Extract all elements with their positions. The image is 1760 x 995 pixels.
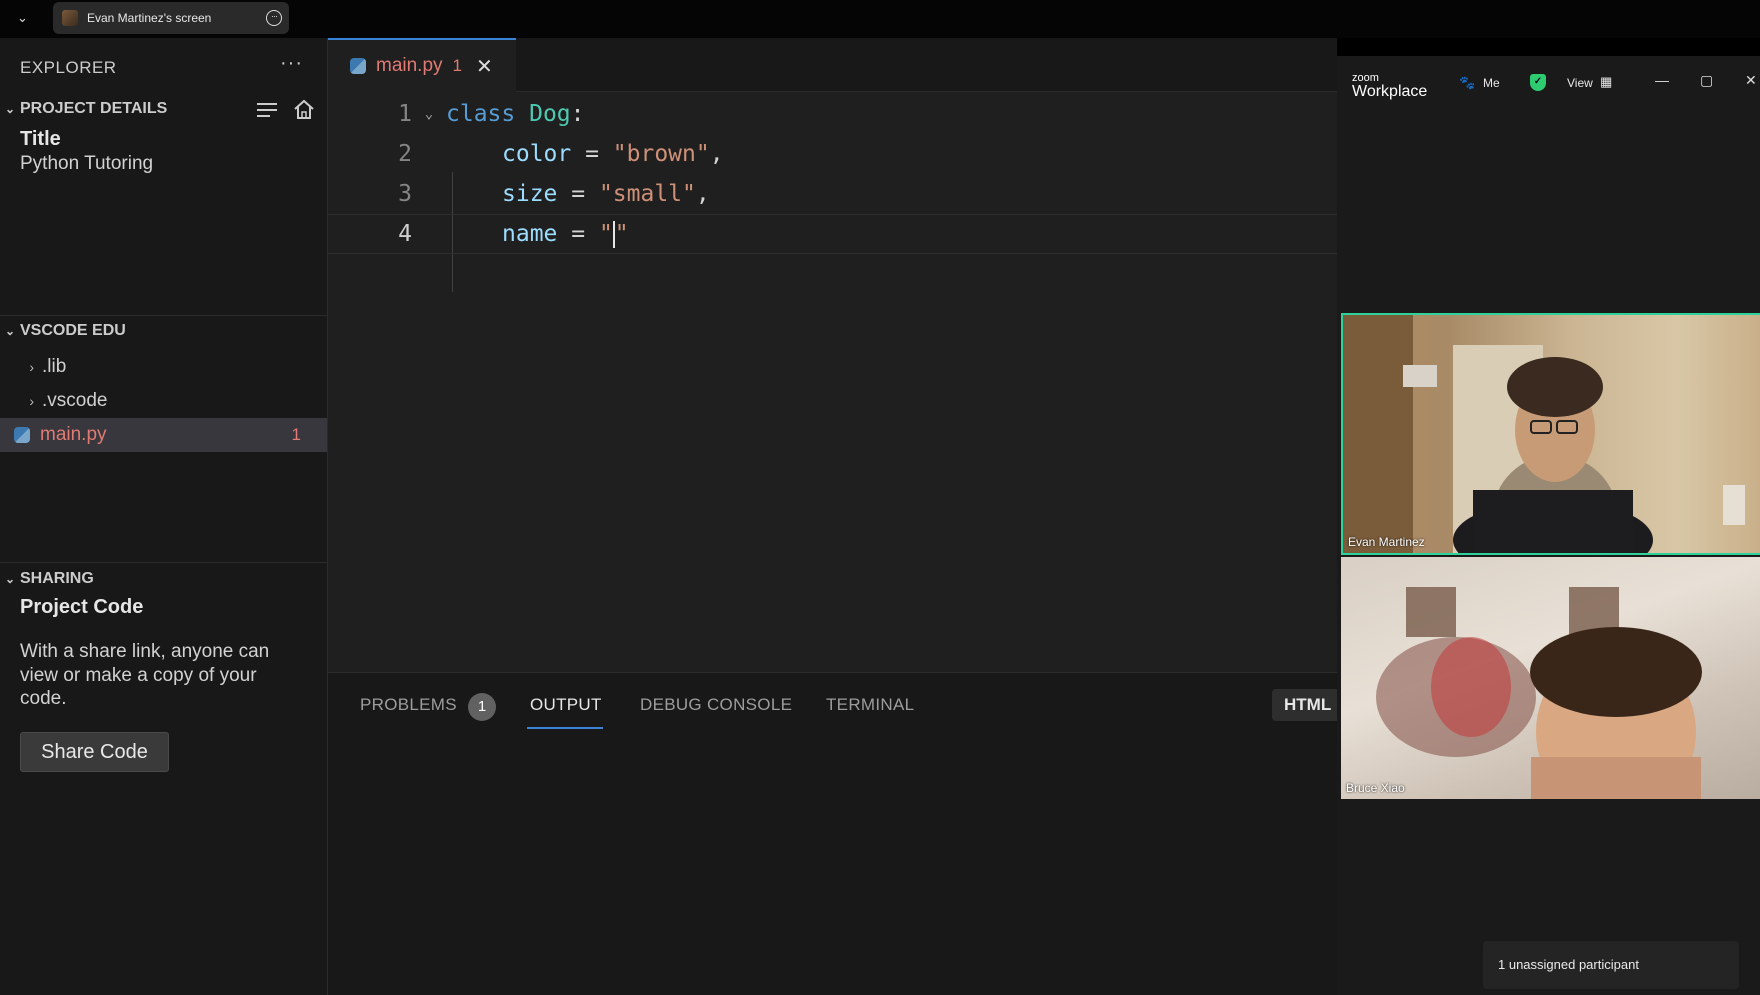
shield-icon[interactable]: ✓ xyxy=(1530,74,1546,91)
participant-video[interactable]: Evan Martinez xyxy=(1341,313,1760,555)
code-line[interactable]: 3 size = "small", xyxy=(328,174,1337,214)
editor-tab-bar: main.py 1 ✕ xyxy=(328,38,1337,92)
tree-item-label: main.py xyxy=(40,424,107,445)
section-title: PROJECT DETAILS xyxy=(20,100,168,117)
operator: = xyxy=(557,221,599,247)
keyword: class xyxy=(446,101,516,127)
project-title-label: Title xyxy=(20,128,61,150)
tree-item-vscode[interactable]: › .vscode xyxy=(0,384,327,418)
divider xyxy=(0,315,327,316)
identifier: size xyxy=(502,181,558,207)
share-code-button[interactable]: Share Code xyxy=(20,732,169,772)
python-file-icon xyxy=(350,58,366,74)
section-title: SHARING xyxy=(20,570,94,587)
grid-icon[interactable]: ▦ xyxy=(1600,74,1612,90)
problem-count: 1 xyxy=(291,425,301,444)
participant-video[interactable]: Bruce Xiao xyxy=(1341,557,1760,799)
screen-share-pill[interactable]: Evan Martinez's screen ··· xyxy=(53,2,289,34)
participant-name: Bruce Xiao xyxy=(1346,781,1405,795)
divider xyxy=(0,562,327,563)
chevron-down-icon[interactable]: ⌄ xyxy=(17,10,28,26)
language-selector[interactable]: HTML xyxy=(1272,689,1342,721)
explorer-sidebar: EXPLORER ··· ⌄ PROJECT DETAILS Title Pyt… xyxy=(0,38,328,995)
tree-item-lib[interactable]: › .lib xyxy=(0,350,327,384)
code-line-current[interactable]: 4 name = " " xyxy=(328,214,1337,254)
chevron-right-icon: › xyxy=(29,359,34,375)
fold-chevron-icon[interactable]: ⌄ xyxy=(412,106,446,122)
identifier: color xyxy=(502,141,572,167)
maximize-icon[interactable]: ▢ xyxy=(1700,72,1713,89)
tab-terminal[interactable]: TERMINAL xyxy=(826,695,914,715)
view-button[interactable]: View xyxy=(1567,76,1593,90)
tab-problem-count: 1 xyxy=(452,56,462,75)
code-line[interactable]: 2 color = "brown", xyxy=(328,134,1337,174)
tab-label: main.py xyxy=(376,55,443,76)
more-actions-icon[interactable]: ··· xyxy=(280,52,303,75)
sharer-avatar xyxy=(62,10,78,26)
screen-share-bar: ⌄ Evan Martinez's screen ··· xyxy=(0,0,1760,38)
string-literal-close: " xyxy=(614,221,629,247)
line-number: 4 xyxy=(398,221,412,247)
video-feed xyxy=(1376,587,1702,799)
tree-item-label: .lib xyxy=(42,356,67,377)
operator: = xyxy=(557,181,599,207)
section-sharing[interactable]: ⌄ SHARING xyxy=(0,570,94,588)
participant-name: Evan Martinez xyxy=(1348,535,1425,549)
sharing-description-line: With a share link, anyone can xyxy=(20,641,270,662)
tab-output[interactable]: OUTPUT xyxy=(530,695,602,715)
class-name: Dog xyxy=(529,101,571,127)
tab-problems[interactable]: PROBLEMS xyxy=(360,695,457,715)
tab-debug-console[interactable]: DEBUG CONSOLE xyxy=(640,695,792,715)
string-literal: "brown" xyxy=(612,141,710,167)
punctuation: : xyxy=(570,101,585,127)
problems-badge: 1 xyxy=(468,693,496,721)
string-literal-open: " xyxy=(598,221,613,247)
screen-share-title: Evan Martinez's screen xyxy=(87,11,212,25)
chevron-down-icon: ⌄ xyxy=(4,102,16,116)
section-vscode-edu[interactable]: ⌄ VSCODE EDU xyxy=(0,322,126,340)
home-icon[interactable] xyxy=(292,98,316,120)
identifier: name xyxy=(502,221,558,247)
line-number: 3 xyxy=(398,181,412,207)
zoom-logo-big: Workplace xyxy=(1352,83,1428,100)
section-project-details[interactable]: ⌄ PROJECT DETAILS xyxy=(0,100,167,118)
list-icon[interactable] xyxy=(256,101,278,119)
paw-icon[interactable]: 🐾 xyxy=(1459,75,1475,91)
tab-main-py[interactable]: main.py 1 ✕ xyxy=(328,38,516,92)
zoom-title-bar: zoom Workplace 🐾 Me ✓ View ▦ — ▢ ✕ xyxy=(1337,56,1760,108)
minimize-icon[interactable]: — xyxy=(1655,72,1669,88)
more-options-icon[interactable]: ··· xyxy=(266,10,282,26)
line-number: 1 xyxy=(398,101,412,127)
code-editor: main.py 1 ✕ 1 ⌄ class Dog: 2 color = "br… xyxy=(328,38,1342,995)
project-title-value: Python Tutoring xyxy=(20,153,154,174)
tree-item-label: .vscode xyxy=(42,390,108,411)
close-icon[interactable]: ✕ xyxy=(1745,72,1757,89)
code-line[interactable]: 1 ⌄ class Dog: xyxy=(328,94,1337,134)
meeting-label[interactable]: Me xyxy=(1483,76,1500,90)
operator: = xyxy=(571,141,613,167)
string-literal: "small" xyxy=(598,181,696,207)
chevron-right-icon: › xyxy=(29,393,34,409)
sharing-description-line: view or make a copy of your xyxy=(20,665,257,686)
zoom-window: zoom Workplace 🐾 Me ✓ View ▦ — ▢ ✕ Evan … xyxy=(1337,56,1760,995)
python-file-icon xyxy=(14,427,30,443)
sharing-heading: Project Code xyxy=(20,596,144,618)
video-feed xyxy=(1343,315,1745,553)
active-tab-indicator xyxy=(527,727,603,729)
punctuation: , xyxy=(709,141,724,167)
explorer-header: EXPLORER xyxy=(20,58,117,77)
bottom-panel: PROBLEMS 1 OUTPUT DEBUG CONSOLE TERMINAL… xyxy=(328,672,1342,995)
section-title: VSCODE EDU xyxy=(20,322,126,339)
tree-item-main-py[interactable]: main.py 1 xyxy=(0,418,327,452)
sharing-description-line: code. xyxy=(20,688,67,709)
punctuation: , xyxy=(695,181,710,207)
line-number: 2 xyxy=(398,141,412,167)
chevron-down-icon: ⌄ xyxy=(4,324,16,338)
chevron-down-icon: ⌄ xyxy=(4,572,16,586)
unassigned-participant-notice[interactable]: 1 unassigned participant xyxy=(1483,941,1739,989)
close-icon[interactable]: ✕ xyxy=(476,54,493,79)
